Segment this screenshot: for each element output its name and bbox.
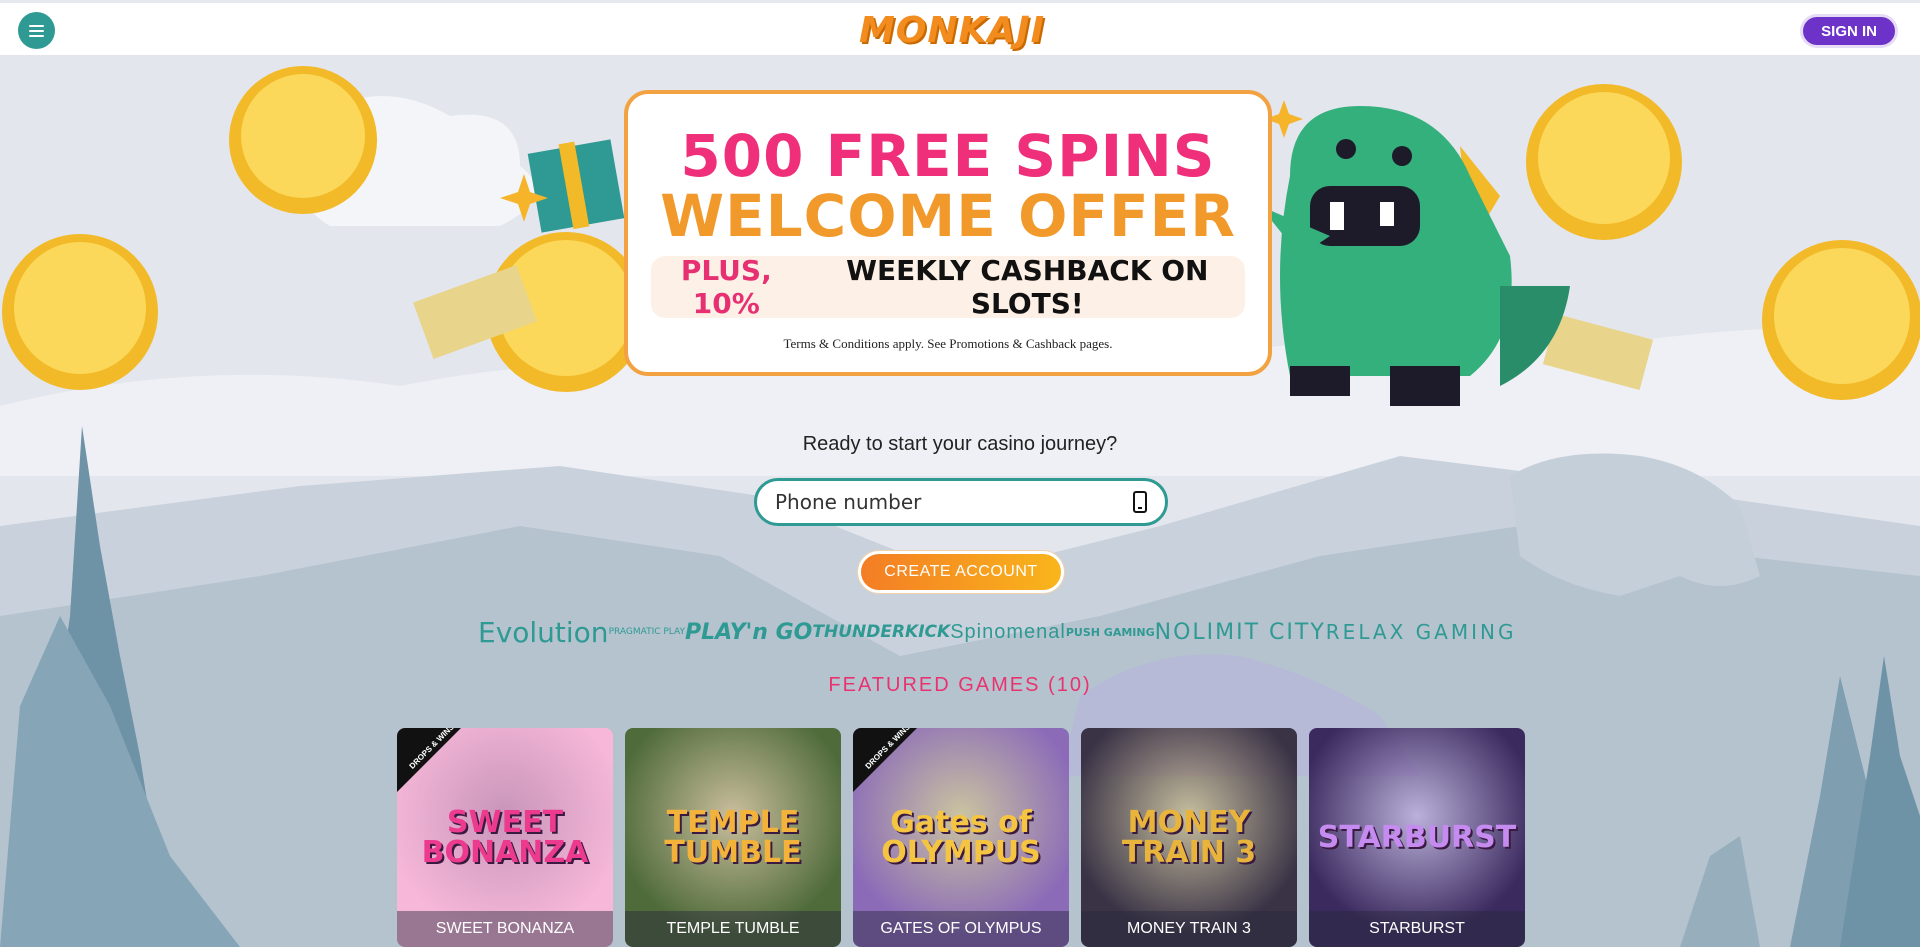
game-card-sweet-bonanza[interactable]: SWEET BONANZA DROPS & WINS SWEET BONANZA [397, 728, 613, 947]
mobile-phone-icon [1133, 491, 1147, 513]
game-logo-text: SWEET BONANZA [421, 804, 589, 870]
game-logo-text: TEMPLE TUMBLE [664, 804, 802, 870]
welcome-offer-card[interactable]: 500 FREE SPINS WELCOME OFFER PLUS, 10% W… [624, 90, 1272, 376]
free-spins-headline: 500 FREE SPINS [680, 122, 1216, 190]
featured-games-title: FEATURED GAMES (10) [828, 674, 1092, 696]
game-title: GATES OF OLYMPUS [853, 911, 1069, 947]
sign-in-button[interactable]: SIGN IN [1800, 14, 1898, 48]
gold-coin-icon [229, 66, 377, 214]
game-title: TEMPLE TUMBLE [625, 911, 841, 947]
phone-field[interactable] [754, 478, 1168, 526]
menu-line-icon [29, 29, 44, 32]
push-gaming-logo: PUSH GAMING [1065, 625, 1155, 639]
game-title: SWEET BONANZA [397, 911, 613, 947]
cashback-text: WEEKLY CASHBACK ON SLOTS! [846, 254, 1209, 320]
game-logo-text: MONEY TRAIN 3 [1121, 804, 1257, 870]
welcome-offer-headline: WELCOME OFFER [660, 182, 1236, 250]
gold-coin-icon [1526, 84, 1682, 240]
cashback-banner: PLUS, 10% WEEKLY CASHBACK ON SLOTS! [651, 254, 1245, 320]
featured-games-list: SWEET BONANZA DROPS & WINS SWEET BONANZA… [397, 728, 1525, 947]
game-title: MONEY TRAIN 3 [1081, 911, 1297, 947]
drops-wins-badge [397, 728, 461, 792]
gift-box-icon [527, 139, 625, 233]
game-logo-text: STARBURST [1317, 819, 1517, 855]
logo-text: MONKAJI [858, 9, 1046, 51]
thunderkick-logo: THUNDERKICK [812, 622, 951, 642]
hamburger-menu-button[interactable] [18, 12, 55, 49]
gold-coin-icon [1762, 240, 1920, 400]
game-card-starburst[interactable]: STARBURST STARBURST [1309, 728, 1525, 947]
game-card-gates-of-olympus[interactable]: Gates of OLYMPUS DROPS & WINS GATES OF O… [853, 728, 1069, 947]
journey-prompt: Ready to start your casino journey? [802, 433, 1118, 455]
menu-line-icon [29, 34, 44, 37]
top-bar: MONKAJI SIGN IN [0, 0, 1920, 56]
terms-note: Terms & Conditions apply. See Promotions… [783, 336, 1113, 351]
menu-line-icon [29, 24, 44, 27]
cashback-highlight: PLUS, 10% [680, 254, 772, 320]
gold-coin-icon [2, 234, 158, 390]
create-account-button[interactable]: CREATE ACCOUNT [858, 551, 1064, 593]
provider-logos: Evolution PRAGMATIC PLAY PLAY'n GO THUND… [478, 614, 1513, 650]
game-title: STARBURST [1309, 911, 1525, 947]
game-card-money-train-3[interactable]: MONEY TRAIN 3 MONEY TRAIN 3 [1081, 728, 1297, 947]
drops-wins-badge [853, 728, 917, 792]
spinomenal-logo: Spinomenal [950, 620, 1066, 643]
evolution-logo: Evolution [478, 615, 609, 649]
monkaji-logo[interactable]: MONKAJI [858, 7, 1046, 53]
nolimit-city-logo: NOLIMIT CITY [1154, 619, 1326, 645]
game-card-temple-tumble[interactable]: TEMPLE TUMBLE TEMPLE TUMBLE [625, 728, 841, 947]
relax-gaming-logo: RELAX GAMING [1325, 620, 1517, 644]
phone-number-input[interactable] [775, 490, 1133, 514]
game-logo-text: Gates of OLYMPUS [881, 804, 1041, 870]
playngo-logo: PLAY'n GO [684, 619, 813, 645]
pragmatic-play-logo: PRAGMATIC PLAY [608, 627, 685, 637]
